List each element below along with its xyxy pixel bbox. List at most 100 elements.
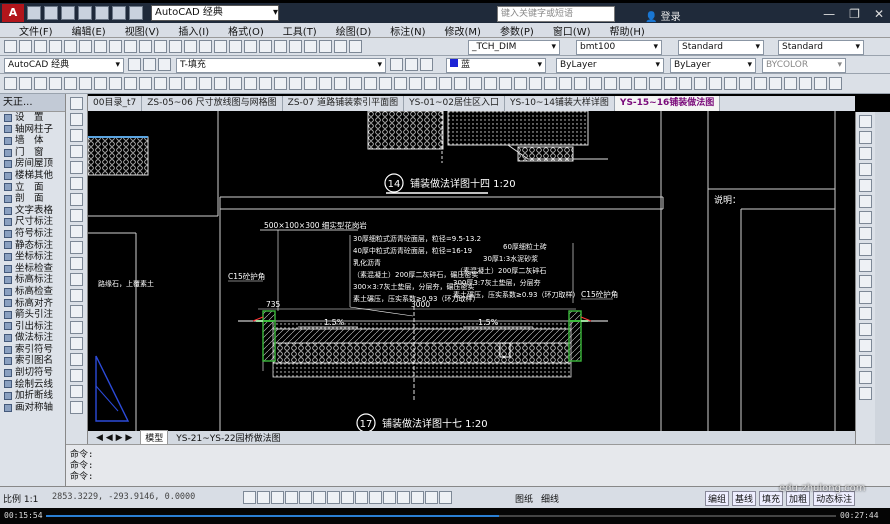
tool-icon-27[interactable] <box>394 77 407 90</box>
panel-item[interactable]: 立 面 <box>0 182 65 194</box>
stretch-icon[interactable] <box>859 243 872 256</box>
polyline-icon[interactable] <box>70 129 83 142</box>
save-icon[interactable] <box>34 40 47 53</box>
snap-mode-icon[interactable] <box>257 491 270 504</box>
panel-item[interactable]: 做法标注 <box>0 332 65 344</box>
tool-icon-56[interactable] <box>829 77 842 90</box>
doc-tab-4[interactable]: YS-01~02居住区入口 <box>404 96 506 111</box>
table-icon[interactable] <box>70 369 83 382</box>
tool-icon-38[interactable] <box>559 77 572 90</box>
new-icon[interactable] <box>4 40 17 53</box>
tool-icon-25[interactable] <box>364 77 377 90</box>
tool-icon-10[interactable] <box>139 77 152 90</box>
text-style-select[interactable]: _TCH_DIM ▾ <box>468 40 560 55</box>
tool-icon-23[interactable] <box>334 77 347 90</box>
close-icon[interactable]: ✕ <box>874 7 884 21</box>
tool-icon-41[interactable] <box>604 77 617 90</box>
model-tab[interactable]: 模型 <box>140 430 169 445</box>
scale-icon[interactable] <box>859 227 872 240</box>
menu-modify[interactable]: 修改(M) <box>445 23 481 38</box>
maximize-icon[interactable]: ❐ <box>849 7 860 21</box>
3d-object-snap-icon[interactable] <box>327 491 340 504</box>
array-icon[interactable] <box>859 179 872 192</box>
sheet-set-icon[interactable] <box>304 40 317 53</box>
menu-draw[interactable]: 绘图(D) <box>336 23 372 38</box>
tool-icon-2[interactable] <box>19 77 32 90</box>
dim-style-select[interactable]: bmt100 ▾ <box>576 40 662 55</box>
modify-icon-17[interactable] <box>859 371 872 384</box>
grid-display-icon[interactable] <box>271 491 284 504</box>
gradient-icon[interactable] <box>70 337 83 350</box>
status-baseline[interactable]: 基线 <box>732 491 757 506</box>
tool-icon-55[interactable] <box>814 77 827 90</box>
autocad-logo[interactable]: A <box>2 4 24 22</box>
design-center-icon[interactable] <box>274 40 287 53</box>
layer-select[interactable]: T-填充 ▾ <box>176 58 386 73</box>
layout-tab[interactable]: YS-21~YS-22园桥做法图 <box>176 431 280 444</box>
save-as-icon[interactable] <box>78 6 92 20</box>
undo-icon[interactable] <box>169 40 182 53</box>
fillet-icon[interactable] <box>859 339 872 352</box>
tool-icon-1[interactable] <box>4 77 17 90</box>
tool-icon-26[interactable] <box>379 77 392 90</box>
panel-item[interactable]: 索引符号 <box>0 344 65 356</box>
tool-icon-14[interactable] <box>199 77 212 90</box>
workspace-combo[interactable]: AutoCAD 经典 ▾ <box>4 58 124 73</box>
polygon-icon[interactable] <box>70 145 83 158</box>
rotate-icon[interactable] <box>859 211 872 224</box>
add-selected-icon[interactable] <box>70 401 83 414</box>
tool-icon-33[interactable] <box>484 77 497 90</box>
ortho-mode-icon[interactable] <box>285 491 298 504</box>
match-properties-icon[interactable] <box>139 40 152 53</box>
tool-icon-39[interactable] <box>574 77 587 90</box>
panel-item[interactable]: 坐标检查 <box>0 263 65 275</box>
workspace-select[interactable]: AutoCAD 经典 ▾ <box>151 5 279 21</box>
mirror-icon[interactable] <box>859 147 872 160</box>
layer-manager-icon[interactable] <box>143 58 156 71</box>
status-group[interactable]: 编组 <box>705 491 730 506</box>
make-block-icon[interactable] <box>70 289 83 302</box>
panel-item[interactable]: 绘制云线 <box>0 379 65 391</box>
panel-item[interactable]: 剖 面 <box>0 193 65 205</box>
vertical-scrollbar[interactable] <box>875 112 890 444</box>
panel-item[interactable]: 剖切符号 <box>0 367 65 379</box>
zoom-realtime-icon[interactable] <box>214 40 227 53</box>
point-icon[interactable] <box>70 305 83 318</box>
doc-tab-1[interactable]: 00目录_t7 <box>88 96 143 111</box>
panel-item[interactable]: 标高对齐 <box>0 298 65 310</box>
panel-item[interactable]: 索引图名 <box>0 355 65 367</box>
multiline-text-icon[interactable] <box>70 385 83 398</box>
tool-icon-49[interactable] <box>724 77 737 90</box>
panel-item[interactable]: 门 窗 <box>0 147 65 159</box>
layer-previous-icon[interactable] <box>405 58 418 71</box>
ellipse-icon[interactable] <box>70 241 83 254</box>
linetype-select[interactable]: ByLayer ▾ <box>556 58 664 73</box>
table-style-select[interactable]: Standard ▾ <box>678 40 764 55</box>
panel-item[interactable]: 静态标注 <box>0 240 65 252</box>
tool-icon-3[interactable] <box>34 77 47 90</box>
region-icon[interactable] <box>70 353 83 366</box>
panel-item[interactable]: 尺寸标注 <box>0 216 65 228</box>
tool-icon-20[interactable] <box>289 77 302 90</box>
panel-item[interactable]: 轴网柱子 <box>0 124 65 136</box>
panel-item[interactable]: 箭头引注 <box>0 309 65 321</box>
object-snap-tracking-icon[interactable] <box>341 491 354 504</box>
tool-icon-34[interactable] <box>499 77 512 90</box>
panel-item[interactable]: 符号标注 <box>0 228 65 240</box>
construction-line-icon[interactable] <box>70 113 83 126</box>
modify-icon-18[interactable] <box>859 387 872 400</box>
tool-icon-16[interactable] <box>229 77 242 90</box>
arc-icon[interactable] <box>70 177 83 190</box>
tool-icon-24[interactable] <box>349 77 362 90</box>
multileader-style-select[interactable]: Standard ▾ <box>778 40 864 55</box>
tool-icon-11[interactable] <box>154 77 167 90</box>
color-select[interactable]: 蓝 ▾ <box>446 58 546 73</box>
tool-icon-44[interactable] <box>649 77 662 90</box>
tool-icon-13[interactable] <box>184 77 197 90</box>
menu-tools[interactable]: 工具(T) <box>283 23 317 38</box>
panel-item[interactable]: 标高标注 <box>0 274 65 286</box>
block-editor-icon[interactable] <box>154 40 167 53</box>
tool-icon-50[interactable] <box>739 77 752 90</box>
doc-tab-3[interactable]: ZS-07 道路铺装索引平面图 <box>283 96 405 111</box>
tool-icon-42[interactable] <box>619 77 632 90</box>
